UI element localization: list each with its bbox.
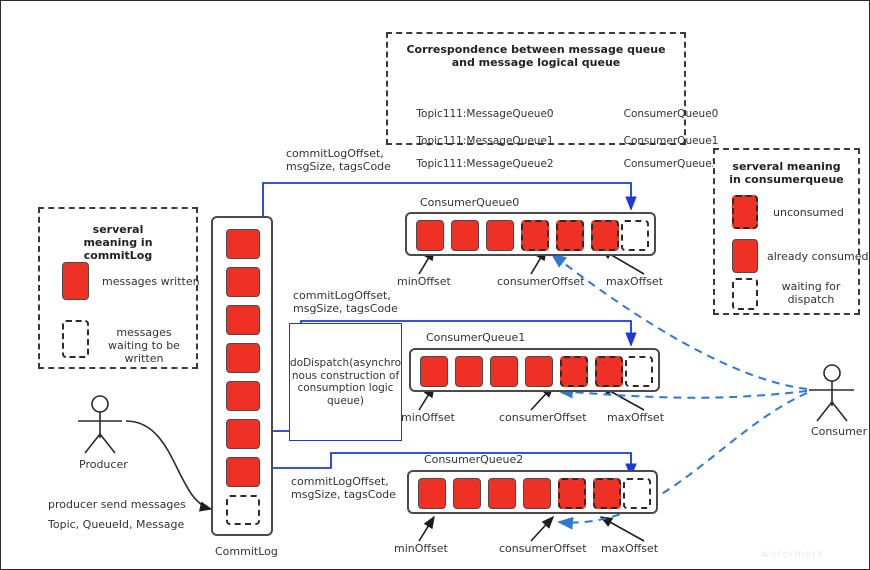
consumerqueue1-minoffset: minOffset (401, 411, 455, 424)
consumer-figure (809, 364, 854, 422)
consumerqueue1-consumeroffset: consumerOffset (499, 411, 587, 424)
legend-swatch-messages-written (62, 262, 89, 300)
consumerqueue1-maxoffset: maxOffset (607, 411, 665, 424)
legend-label-messages-waiting: messages waiting to be written (108, 326, 180, 365)
queue-slot (420, 356, 448, 387)
dispatch-edge-label-2: commitLogOffset, msgSize, tagsCode (291, 475, 396, 501)
correspondence-title: Correspondence between message queue and… (406, 43, 666, 69)
dispatch-edge-label-1: commitLogOffset, msgSize, tagsCode (293, 289, 398, 315)
queue-slot (556, 220, 584, 251)
queue-slot (488, 478, 516, 509)
consumerqueue0-consumeroffset: consumerOffset (497, 275, 585, 288)
queue-slot (623, 478, 651, 509)
consumerqueue0-title: ConsumerQueue0 (420, 196, 520, 209)
corr-left-label: Topic111:MessageQueue0 (416, 108, 554, 120)
queue-slot (490, 356, 518, 387)
queue-slot (523, 478, 551, 509)
queue-slot (455, 356, 483, 387)
queue-slot (453, 478, 481, 509)
commitlog-slot (226, 343, 260, 373)
correspondence-panel: Correspondence between message queue and… (386, 32, 718, 170)
commitlog-slot (226, 419, 260, 449)
consumerqueue2-title: ConsumerQueue2 (424, 453, 524, 466)
consumerqueue-legend-title: serveral meaning in consumerqueue (729, 160, 844, 186)
dispatch-edge-label-0: commitLogOffset, msgSize, tagsCode (286, 147, 391, 173)
queue-slot (621, 220, 649, 251)
commitlog-legend-panel: serveral meaning in commitLog messages w… (38, 207, 200, 369)
consumerqueue-legend-panel: serveral meaning in consumerqueue uncons… (713, 148, 869, 315)
offset-pointers-2 (418, 515, 645, 542)
legend-label-already-consumed: already consumed (767, 250, 869, 263)
corr-left-label: Topic111:MessageQueue2 (416, 158, 554, 170)
legend-swatch-unconsumed (732, 195, 758, 229)
corr-left-label: Topic111:MessageQueue1 (416, 135, 554, 147)
dodispatch-note-text: doDispatch(asynchro nous construction of… (290, 357, 402, 407)
producer-flow (125, 420, 213, 512)
diagram-canvas: Correspondence between message queue and… (0, 0, 870, 570)
legend-swatch-messages-waiting (62, 320, 89, 358)
consumerqueue0-container (405, 212, 656, 256)
consumerqueue2-container (407, 470, 658, 514)
commitlog-slot (226, 457, 260, 487)
queue-slot (560, 356, 588, 387)
legend-swatch-waiting-dispatch (732, 278, 758, 310)
consumerqueue0-minoffset: minOffset (397, 275, 451, 288)
commitlog-slot (226, 267, 260, 297)
commitlog-caption: CommitLog (215, 545, 278, 558)
consumerqueue2-maxoffset: maxOffset (601, 542, 659, 555)
queue-slot (451, 220, 479, 251)
legend-label-unconsumed: unconsumed (773, 206, 844, 219)
queue-slot (625, 356, 653, 387)
producer-note-line2: Topic, QueueId, Message (48, 518, 185, 531)
commitlog-legend-title: serveral meaning in commitLog (83, 223, 153, 262)
queue-slot (418, 478, 446, 509)
queue-slot (416, 220, 444, 251)
consumerqueue1-title: ConsumerQueue1 (426, 331, 526, 344)
watermark: watermark (761, 549, 825, 560)
corr-right-label: ConsumerQueue0 (623, 108, 719, 120)
legend-label-waiting-dispatch: waiting for dispatch (781, 280, 841, 306)
consumer-label: Consumer (811, 425, 868, 438)
consumerqueue2-minoffset: minOffset (394, 542, 448, 555)
consumerqueue2-consumeroffset: consumerOffset (499, 542, 587, 555)
corr-right-label: ConsumerQueue1 (623, 135, 719, 147)
commitlog-container (211, 216, 273, 536)
queue-slot (486, 220, 514, 251)
dodispatch-note: doDispatch(asynchro nous construction of… (289, 323, 402, 441)
commitlog-slot (226, 381, 260, 411)
commitlog-slot (226, 229, 260, 259)
legend-swatch-already-consumed (732, 239, 758, 273)
queue-slot (558, 478, 586, 509)
commitlog-slot (226, 495, 260, 525)
queue-slot (591, 220, 619, 251)
producer-figure (78, 395, 122, 454)
producer-note-line1: producer send messages (48, 498, 186, 511)
commitlog-slot (226, 305, 260, 335)
consumerqueue0-maxoffset: maxOffset (606, 275, 664, 288)
queue-slot (595, 356, 623, 387)
producer-label: Producer (79, 458, 128, 471)
queue-slot (521, 220, 549, 251)
legend-label-messages-written: messages written (102, 275, 200, 288)
queue-slot (525, 356, 553, 387)
queue-slot (593, 478, 621, 509)
consumerqueue1-container (409, 348, 660, 392)
